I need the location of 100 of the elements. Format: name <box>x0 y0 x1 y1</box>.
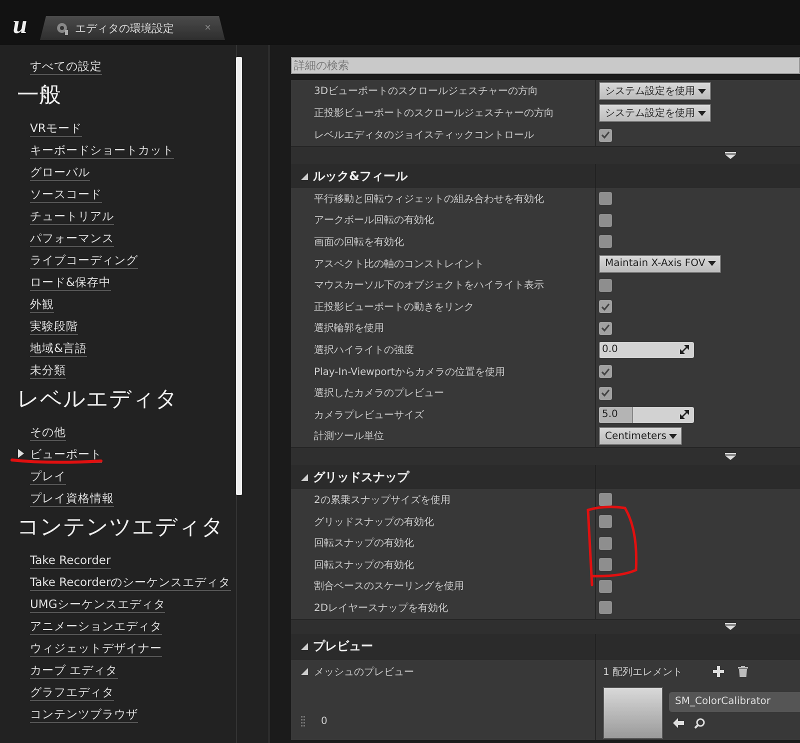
property-label: 選択輪郭を使用 <box>314 322 384 336</box>
sidebar-link[interactable]: ロード&保存中 <box>30 275 111 291</box>
sidebar-link[interactable]: コンテンツブラウザ <box>30 707 138 723</box>
sidebar-link[interactable]: グラフエディタ <box>30 685 114 701</box>
array-index: 0 <box>321 716 328 728</box>
section-header[interactable]: ルック&フィール <box>291 164 800 188</box>
settings-icon <box>56 22 69 34</box>
expand-arrow-icon[interactable] <box>301 643 308 650</box>
drag-handle-icon[interactable] <box>301 716 305 728</box>
trash-icon <box>738 666 748 678</box>
use-selected-button[interactable] <box>673 718 684 729</box>
sidebar-link[interactable]: ソースコード <box>30 187 102 203</box>
sidebar-link[interactable]: 実験段階 <box>30 319 78 335</box>
delete-button[interactable] <box>738 666 748 678</box>
sidebar-link[interactable]: Take Recorder <box>30 553 111 569</box>
app-logo: u <box>12 10 28 40</box>
sidebar-link[interactable]: Take Recorderのシーケンスエディタ <box>30 575 231 591</box>
section-title: グリッドスナップ <box>313 468 409 486</box>
section-title: ルック&フィール <box>313 168 408 184</box>
property-label: 選択したカメラのプレビュー <box>314 386 444 400</box>
search-field[interactable]: 詳細の検索 <box>291 57 800 74</box>
property-label: アークボール回転の有効化 <box>314 214 434 228</box>
sidebar-link[interactable]: 外観 <box>30 297 54 313</box>
checkbox[interactable] <box>599 536 612 550</box>
property-label: 回転スナップの有効化 <box>314 536 414 550</box>
property-label: 2の累乗スナップサイズを使用 <box>314 494 450 507</box>
number-field[interactable]: 0.0 <box>599 342 694 358</box>
browse-button[interactable] <box>694 718 705 729</box>
checkbox[interactable] <box>599 322 612 335</box>
sidebar-link[interactable]: プレイ資格情報 <box>30 491 114 507</box>
asset-dropdown[interactable]: SM_ColorCalibrator <box>669 692 800 712</box>
category-heading: 一般 <box>17 82 62 110</box>
property-label: 2Dレイヤースナップを有効化 <box>314 602 448 615</box>
property-label: 正投影ビューポートのスクロールジェスチャーの方向 <box>314 106 554 120</box>
sidebar-link[interactable]: UMGシーケンスエディタ <box>30 597 166 613</box>
checkbox[interactable] <box>599 515 612 528</box>
checkbox[interactable] <box>599 601 612 614</box>
resize-icon <box>680 410 689 420</box>
sidebar-link[interactable]: ビューポート <box>30 447 102 463</box>
element-count: 1 配列エレメント <box>603 666 683 679</box>
property-label: カメラプレビューサイズ <box>314 408 424 422</box>
sidebar-link[interactable]: カーブ エディタ <box>30 663 118 679</box>
property-label: 正投影ビューポートの動きをリンク <box>314 300 474 314</box>
expand-arrow-icon[interactable] <box>301 474 308 481</box>
mesh-thumbnail-placeholder <box>603 686 663 739</box>
expand-icon[interactable] <box>725 453 736 460</box>
caret-icon <box>708 261 716 266</box>
sidebar-link[interactable]: その他 <box>30 425 66 441</box>
checkbox[interactable] <box>599 493 612 506</box>
property-label: レベルエディタのジョイスティックコントロール <box>314 129 534 142</box>
checkbox[interactable] <box>599 128 612 142</box>
section-header[interactable]: プレビュー <box>291 634 800 660</box>
expand-icon[interactable] <box>725 623 736 630</box>
property-label: アスペクト比の軸のコンストレイント <box>314 258 484 271</box>
property-label: Play-In-Viewportからカメラの位置を使用 <box>314 366 505 379</box>
sidebar-link[interactable]: パフォーマンス <box>30 231 114 247</box>
add-button[interactable] <box>712 666 724 678</box>
checkbox[interactable] <box>599 365 612 378</box>
dropdown[interactable]: システム設定を使用 <box>599 82 711 100</box>
checkbox[interactable] <box>599 558 612 572</box>
checkbox[interactable] <box>599 235 612 248</box>
sidebar-link[interactable]: グローバル <box>30 165 90 181</box>
checkbox[interactable] <box>599 192 612 206</box>
property-label: 3Dビューポートのスクロールジェスチャーの方向 <box>314 84 538 98</box>
sidebar-link[interactable]: 地域&言語 <box>30 341 87 357</box>
sidebar-link[interactable]: ウィジェットデザイナー <box>30 641 162 657</box>
dropdown[interactable]: システム設定を使用 <box>599 104 711 122</box>
sidebar-link[interactable]: チュートリアル <box>30 209 114 225</box>
category-heading: レベルエディタ <box>17 386 179 414</box>
checkbox[interactable] <box>599 278 612 292</box>
caret-icon <box>698 88 706 94</box>
property-label: 回転スナップの有効化 <box>314 558 414 572</box>
sidebar-link[interactable]: ライブコーディング <box>30 253 138 269</box>
sidebar-link[interactable]: 未分類 <box>30 363 66 379</box>
scrollbar-thumb[interactable] <box>236 57 242 495</box>
number-field[interactable]: 5.0 <box>599 406 694 423</box>
property-label: 計測ツール単位 <box>314 430 384 444</box>
dropdown[interactable]: Centimeters <box>599 427 682 446</box>
section-title: プレビュー <box>313 638 373 656</box>
expand-icon[interactable] <box>725 152 736 159</box>
checkbox[interactable] <box>599 580 612 593</box>
sidebar-link[interactable]: プレイ <box>30 469 66 485</box>
sidebar-link[interactable]: アニメーションエディタ <box>30 619 162 635</box>
category-heading: コンテンツエディタ <box>17 514 225 542</box>
caret-icon <box>698 110 706 116</box>
checkbox[interactable] <box>599 300 612 314</box>
sidebar-link[interactable]: キーボードショートカット <box>30 143 174 159</box>
expand-arrow-icon[interactable] <box>301 668 308 676</box>
property-label: グリッドスナップの有効化 <box>314 516 434 529</box>
plus-icon <box>712 666 724 678</box>
expand-arrow-icon[interactable] <box>301 172 308 180</box>
resize-icon <box>680 345 689 354</box>
sidebar-link[interactable]: VRモード <box>30 121 82 137</box>
section-header[interactable]: グリッドスナップ <box>291 465 800 490</box>
sidebar-link[interactable]: すべての設定 <box>30 59 102 75</box>
checkbox[interactable] <box>599 386 612 400</box>
dropdown[interactable]: Maintain X-Axis FOV <box>599 254 722 273</box>
left-arrow-icon <box>673 718 684 728</box>
editor-tab[interactable]: エディタの環境設定 × <box>40 16 225 40</box>
checkbox[interactable] <box>599 214 612 227</box>
